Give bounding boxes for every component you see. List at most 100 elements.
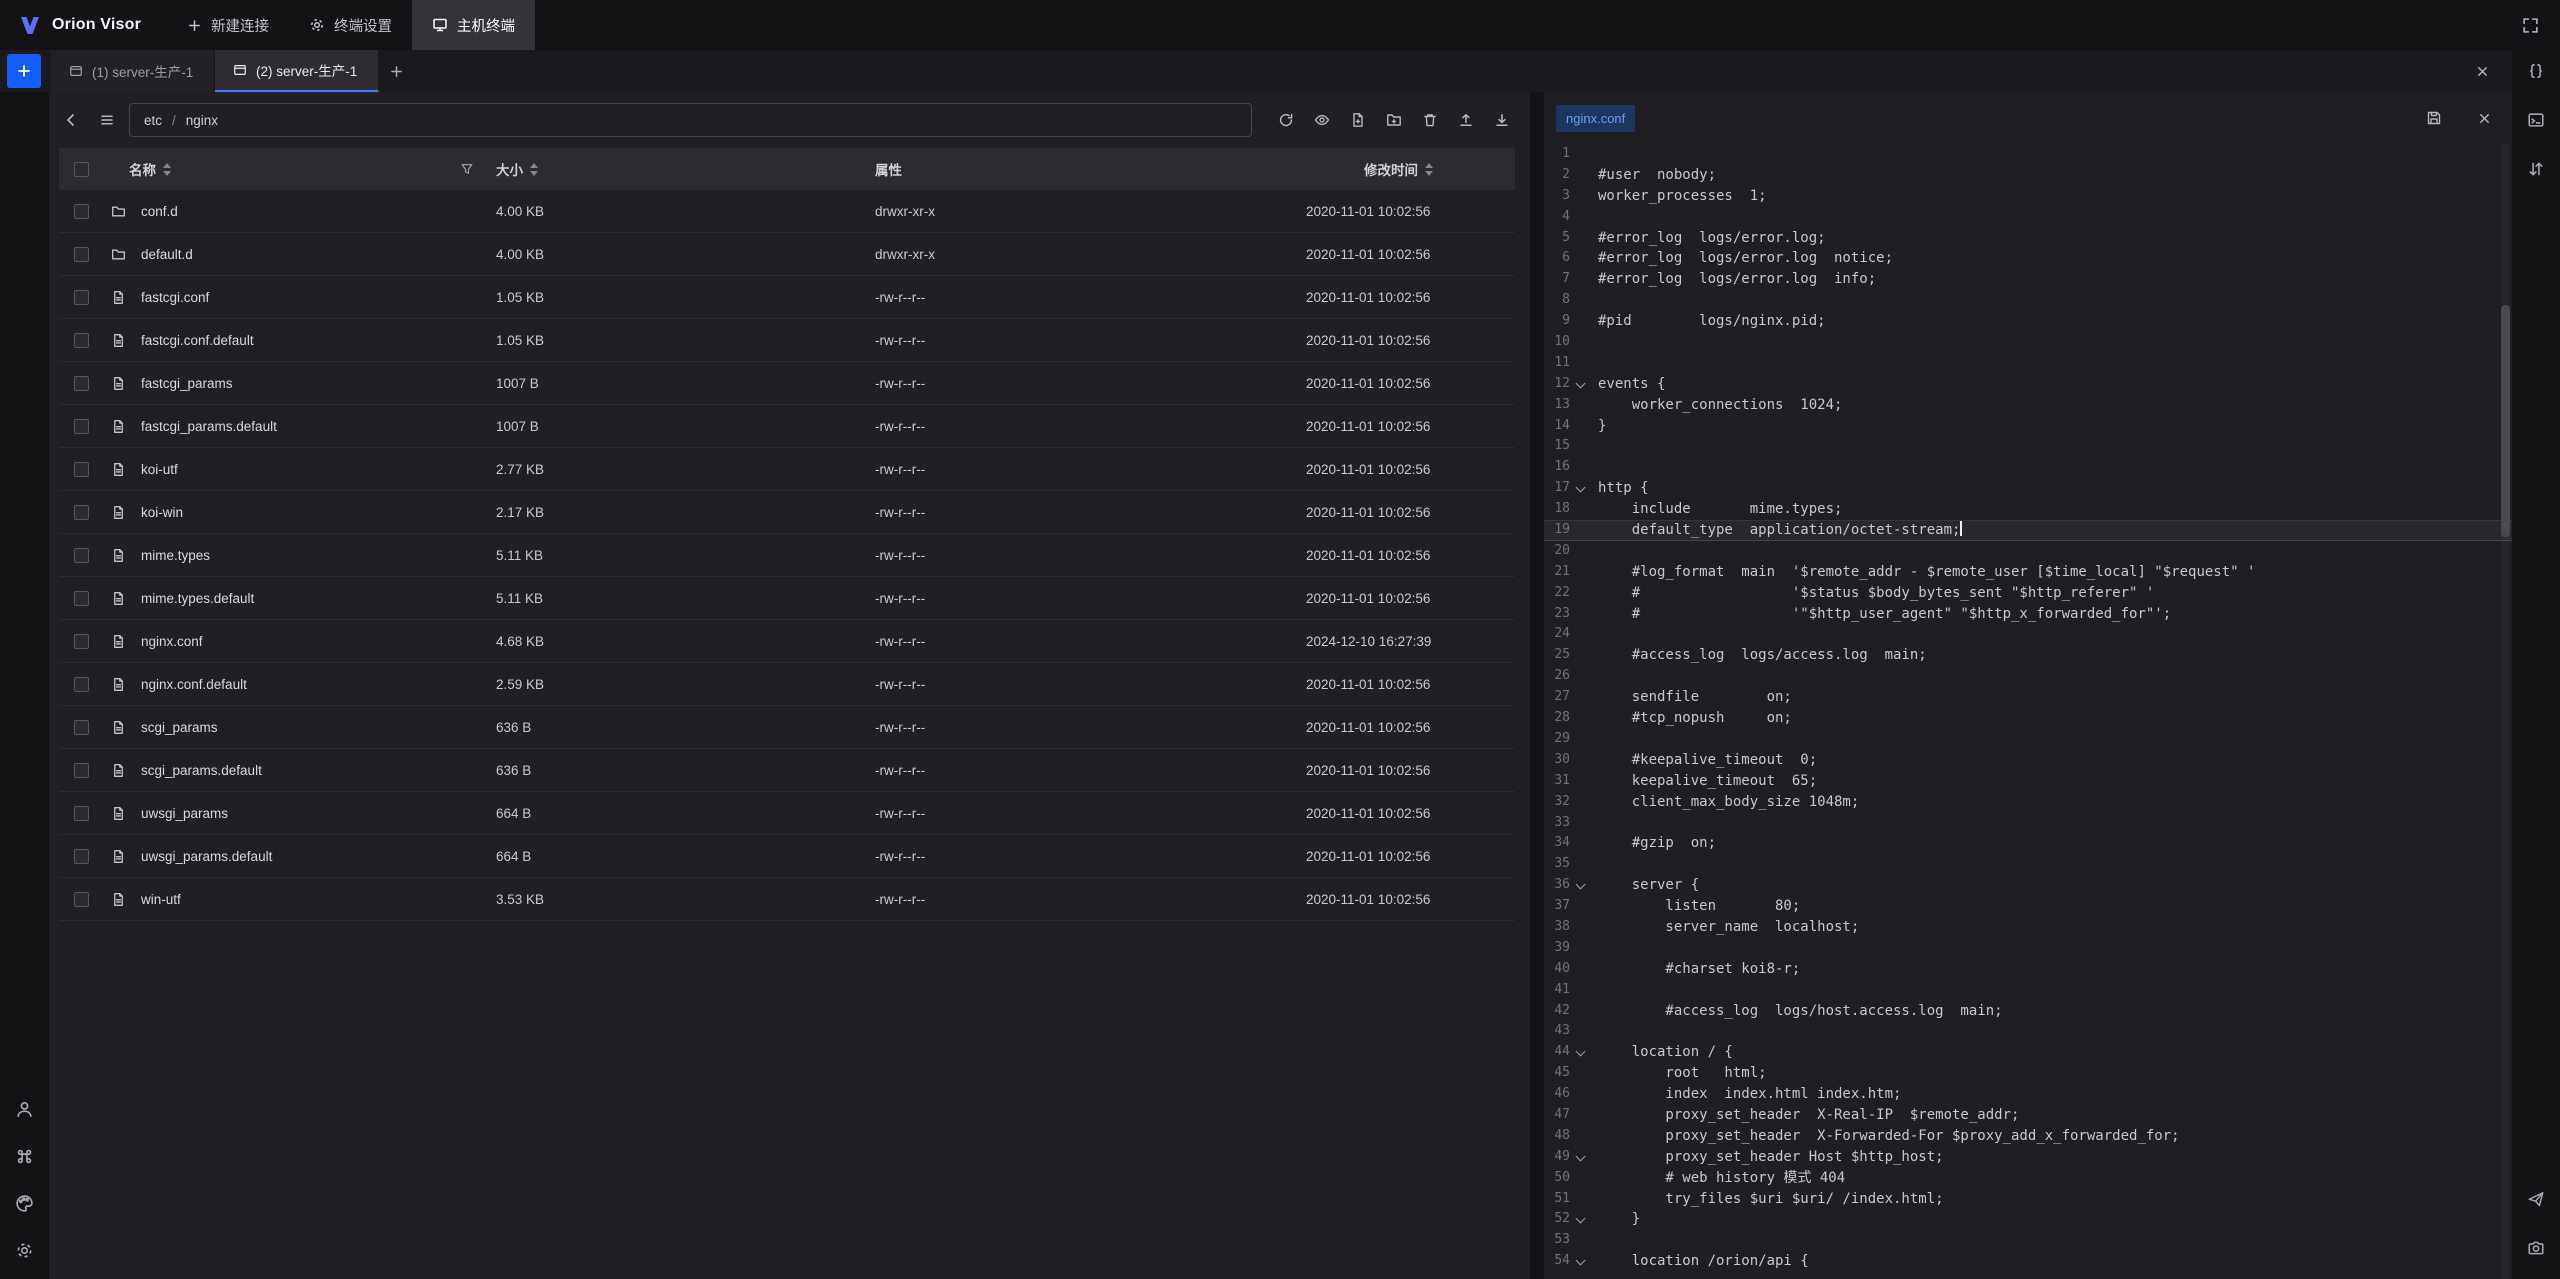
line-number: 20	[1544, 541, 1570, 562]
row-checkbox[interactable]	[74, 677, 89, 692]
refresh-icon[interactable]	[1272, 106, 1300, 134]
code-text: events {	[1592, 374, 1665, 395]
filter-funnel-icon[interactable]	[460, 162, 474, 176]
settings-gear-icon[interactable]	[10, 1235, 40, 1265]
file-row[interactable]: nginx.conf.default 2.59 KB -rw-r--r-- 20…	[59, 663, 1515, 706]
sftp-panel-icon[interactable]	[2521, 105, 2551, 135]
upload-icon[interactable]	[1452, 106, 1480, 134]
row-checkbox[interactable]	[74, 505, 89, 520]
path-breadcrumb[interactable]: etc / nginx	[129, 103, 1252, 137]
file-row[interactable]: mime.types.default 5.11 KB -rw-r--r-- 20…	[59, 577, 1515, 620]
download-icon[interactable]	[1488, 106, 1516, 134]
row-checkbox[interactable]	[74, 290, 89, 305]
code-line: 54 location /orion/api {	[1544, 1251, 2512, 1272]
file-row[interactable]: conf.d 4.00 KB drwxr-xr-x 2020-11-01 10:…	[59, 190, 1515, 233]
fold-chevron-icon[interactable]	[1570, 1147, 1592, 1168]
file-size: 1007 B	[496, 376, 875, 391]
list-view-icon[interactable]	[93, 106, 121, 134]
close-panel-icon[interactable]	[2468, 57, 2496, 85]
row-checkbox[interactable]	[74, 591, 89, 606]
line-number: 31	[1544, 771, 1570, 792]
select-all-checkbox[interactable]	[74, 162, 89, 177]
file-row[interactable]: fastcgi.conf.default 1.05 KB -rw-r--r-- …	[59, 319, 1515, 362]
file-row[interactable]: uwsgi_params.default 664 B -rw-r--r-- 20…	[59, 835, 1515, 878]
fullscreen-icon[interactable]	[2516, 11, 2544, 39]
file-row[interactable]: fastcgi_params 1007 B -rw-r--r-- 2020-11…	[59, 362, 1515, 405]
code-line: 52 }	[1544, 1209, 2512, 1230]
file-row[interactable]: nginx.conf 4.68 KB -rw-r--r-- 2024-12-10…	[59, 620, 1515, 663]
file-row[interactable]: koi-win 2.17 KB -rw-r--r-- 2020-11-01 10…	[59, 491, 1515, 534]
close-editor-icon[interactable]	[2470, 104, 2498, 132]
show-hidden-eye-icon[interactable]	[1308, 106, 1336, 134]
fold-chevron-icon[interactable]	[1570, 875, 1592, 896]
screenshot-camera-icon[interactable]	[2521, 1233, 2551, 1263]
line-number: 27	[1544, 687, 1570, 708]
fold-chevron-icon[interactable]	[1570, 374, 1592, 395]
braces-variables-icon[interactable]	[2521, 56, 2551, 86]
line-number: 24	[1544, 624, 1570, 645]
fold-chevron-icon[interactable]	[1570, 1209, 1592, 1230]
code-text	[1592, 144, 1598, 165]
sort-name-icon[interactable]	[163, 163, 171, 176]
file-row[interactable]: mime.types 5.11 KB -rw-r--r-- 2020-11-01…	[59, 534, 1515, 577]
tab-server-1[interactable]: (1) server-生产-1	[51, 50, 215, 92]
row-checkbox[interactable]	[74, 806, 89, 821]
editor-scrollbar-thumb[interactable]	[2501, 305, 2510, 537]
tab-server-2[interactable]: (2) server-生产-1	[215, 50, 379, 92]
file-row[interactable]: koi-utf 2.77 KB -rw-r--r-- 2020-11-01 10…	[59, 448, 1515, 491]
row-checkbox[interactable]	[74, 247, 89, 262]
new-tab-primary-button[interactable]	[7, 54, 41, 88]
row-checkbox[interactable]	[74, 333, 89, 348]
row-checkbox[interactable]	[74, 419, 89, 434]
command-shortcut-icon[interactable]	[10, 1141, 40, 1171]
file-name: uwsgi_params.default	[133, 849, 496, 864]
file-row[interactable]: scgi_params 636 B -rw-r--r-- 2020-11-01 …	[59, 706, 1515, 749]
user-icon[interactable]	[10, 1094, 40, 1124]
sort-size-icon[interactable]	[530, 163, 538, 176]
file-row[interactable]: scgi_params.default 636 B -rw-r--r-- 202…	[59, 749, 1515, 792]
fold-chevron-icon[interactable]	[1570, 1251, 1592, 1272]
add-tab-icon[interactable]	[379, 54, 413, 88]
file-row[interactable]: default.d 4.00 KB drwxr-xr-x 2020-11-01 …	[59, 233, 1515, 276]
save-icon[interactable]	[2420, 104, 2448, 132]
delete-trash-icon[interactable]	[1416, 106, 1444, 134]
row-checkbox[interactable]	[74, 634, 89, 649]
code-editor[interactable]: 12#user nobody;3worker_processes 1;45#er…	[1544, 144, 2512, 1279]
fold-gutter	[1570, 604, 1592, 625]
sort-mtime-icon[interactable]	[1425, 163, 1433, 176]
menu-host-terminal[interactable]: 主机终端	[412, 0, 535, 50]
code-line: 38 server_name localhost;	[1544, 917, 2512, 938]
new-folder-icon[interactable]	[1380, 106, 1408, 134]
breadcrumb-separator: /	[172, 113, 176, 128]
file-row[interactable]: fastcgi_params.default 1007 B -rw-r--r--…	[59, 405, 1515, 448]
breadcrumb-segment[interactable]: etc	[144, 113, 162, 128]
fold-chevron-icon[interactable]	[1570, 1042, 1592, 1063]
row-checkbox[interactable]	[74, 892, 89, 907]
row-checkbox[interactable]	[74, 376, 89, 391]
fold-chevron-icon[interactable]	[1570, 478, 1592, 499]
theme-palette-icon[interactable]	[10, 1188, 40, 1218]
code-line: 44 location / {	[1544, 1042, 2512, 1063]
transfer-swap-icon[interactable]	[2521, 154, 2551, 184]
row-checkbox[interactable]	[74, 720, 89, 735]
row-checkbox[interactable]	[74, 548, 89, 563]
editor-file-tab[interactable]: nginx.conf	[1556, 105, 1635, 132]
file-row[interactable]: fastcgi.conf 1.05 KB -rw-r--r-- 2020-11-…	[59, 276, 1515, 319]
new-file-icon[interactable]	[1344, 106, 1372, 134]
fold-gutter	[1570, 457, 1592, 478]
line-number: 41	[1544, 980, 1570, 1001]
row-checkbox[interactable]	[74, 462, 89, 477]
back-chevron-icon[interactable]	[57, 106, 85, 134]
file-row[interactable]: win-utf 3.53 KB -rw-r--r-- 2020-11-01 10…	[59, 878, 1515, 921]
row-checkbox[interactable]	[74, 849, 89, 864]
file-attrs: -rw-r--r--	[875, 720, 1306, 735]
code-text: server_name localhost;	[1592, 917, 1859, 938]
send-command-icon[interactable]	[2521, 1184, 2551, 1214]
fold-gutter	[1570, 959, 1592, 980]
file-row[interactable]: uwsgi_params 664 B -rw-r--r-- 2020-11-01…	[59, 792, 1515, 835]
menu-terminal-settings[interactable]: 终端设置	[289, 0, 412, 50]
row-checkbox[interactable]	[74, 204, 89, 219]
row-checkbox[interactable]	[74, 763, 89, 778]
menu-new-connection[interactable]: 新建连接	[167, 0, 289, 50]
breadcrumb-segment[interactable]: nginx	[186, 113, 218, 128]
